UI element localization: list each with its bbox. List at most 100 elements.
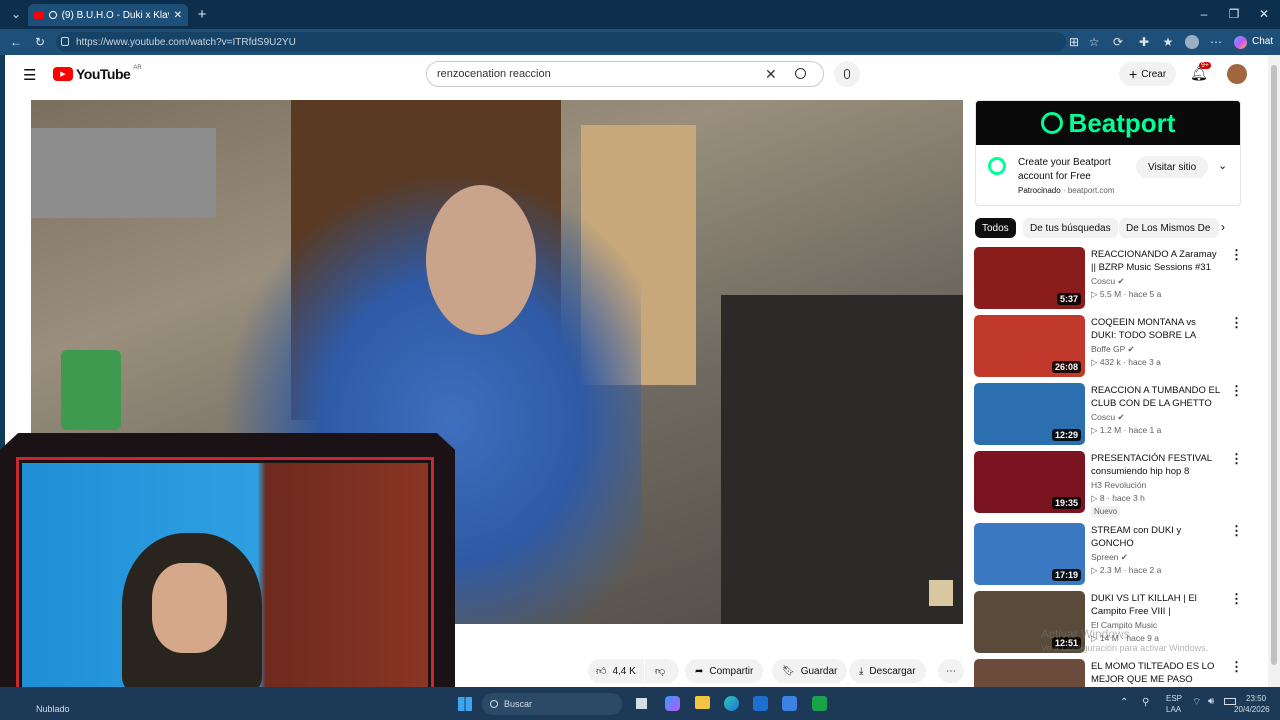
wifi-icon[interactable]: ⌔ [1192, 696, 1201, 709]
edge-browser-icon[interactable] [724, 696, 739, 711]
close-window-icon[interactable]: ✕ [1256, 6, 1272, 22]
recommendation-title[interactable]: STREAM con DUKI y GONCHO [1091, 524, 1221, 550]
clock-date[interactable]: 20/4/2026 [1234, 705, 1270, 714]
scrollbar-thumb[interactable] [1271, 65, 1277, 665]
notifications-button[interactable]: 🔔︎ 9+ [1190, 62, 1211, 83]
voice-search-button[interactable] [834, 61, 860, 87]
close-tab-icon[interactable]: ✕ [174, 10, 182, 21]
recommendation-thumbnail[interactable]: 17:19 [974, 523, 1085, 585]
clear-search-icon[interactable]: ✕ [765, 66, 777, 83]
more-options-icon[interactable]: ⋮ [1230, 383, 1243, 399]
clock-time[interactable]: 23:50 [1246, 694, 1266, 703]
more-options-icon[interactable]: ⋮ [1230, 315, 1243, 331]
volume-icon[interactable]: 🔊︎ [1208, 696, 1214, 707]
ad-expand-icon[interactable]: ⌄ [1218, 159, 1227, 172]
favorite-star-icon[interactable]: ☆ [1086, 34, 1102, 50]
chip-todos[interactable]: Todos [975, 218, 1016, 238]
menu-dots-icon[interactable]: ⋯ [1208, 34, 1224, 50]
recommendation-thumbnail[interactable]: 5:37 [974, 247, 1085, 309]
recommendation-title[interactable]: COQEEIN MONTANA vs DUKI: TODO SOBRE LA P… [1091, 316, 1221, 342]
lang-secondary[interactable]: LAA [1166, 705, 1181, 714]
store-icon[interactable] [782, 696, 797, 711]
recommendation-channel[interactable]: Spreen ✔ [1091, 552, 1128, 563]
taskbar-search[interactable]: Buscar [482, 693, 622, 715]
recommendation-title[interactable]: REACCION A TUMBANDO EL CLUB CON DE LA GH… [1091, 384, 1221, 410]
chip-de-tus-busquedas[interactable]: De tus búsquedas [1023, 218, 1118, 238]
url-field[interactable]: https://www.youtube.com/watch?v=ITRfdS9U… [56, 32, 1066, 52]
location-icon[interactable]: ⚲ [1142, 697, 1149, 708]
youtube-logo-text: YouTube [76, 66, 131, 82]
reload-icon[interactable]: ↻ [32, 34, 48, 50]
tab-list-icon[interactable]: ⌄ [8, 6, 24, 22]
recommendation-channel[interactable]: Coscu ✔ [1091, 276, 1125, 287]
xbox-app-icon[interactable] [812, 696, 827, 711]
recommendation-thumbnail[interactable] [974, 659, 1085, 687]
audio-icon[interactable] [48, 11, 57, 19]
browser-tab[interactable]: (9) B.U.H.O - Duki x Klave x M ✕ [28, 4, 188, 26]
page-scrollbar[interactable] [1268, 55, 1280, 687]
more-options-icon[interactable]: ⋮ [1230, 659, 1243, 675]
minimize-icon[interactable]: – [1196, 6, 1212, 22]
new-tab-icon[interactable]: + [194, 6, 210, 23]
share-button[interactable]: ➦ Compartir [685, 659, 764, 683]
more-options-icon[interactable]: ⋮ [1230, 451, 1243, 467]
app-icon[interactable]: ⊞ [1066, 34, 1082, 50]
extensions-icon[interactable]: ✚ [1136, 34, 1152, 50]
recommendation-channel[interactable]: H3 Revolución [1091, 480, 1146, 490]
file-explorer-icon[interactable] [695, 696, 710, 709]
recommendation-channel[interactable]: Boffe GP ✔ [1091, 344, 1135, 355]
recommendation-item[interactable]: 12:29 REACCION A TUMBANDO EL CLUB CON DE… [974, 383, 1248, 447]
recommendation-channel[interactable]: Coscu ✔ [1091, 412, 1125, 423]
recommendation-thumbnail[interactable]: 12:29 [974, 383, 1085, 445]
recommendation-item[interactable]: 26:08 COQEEIN MONTANA vs DUKI: TODO SOBR… [974, 315, 1248, 379]
more-actions-button[interactable]: ⋯ [938, 659, 964, 683]
battery-icon[interactable] [1224, 698, 1236, 705]
ad-card[interactable]: Beatport Create your Beatport account fo… [975, 100, 1241, 206]
thumbs-up-icon: 👍︎ [596, 666, 607, 677]
profile-avatar[interactable] [1185, 35, 1199, 49]
download-icon: ⤓ [859, 665, 864, 677]
outlook-icon[interactable] [753, 696, 768, 711]
more-options-icon[interactable]: ⋮ [1230, 591, 1243, 607]
recommendation-title[interactable]: PRESENTACIÓN FESTIVAL consumiendo hip ho… [1091, 452, 1221, 478]
maximize-icon[interactable]: ❐ [1226, 6, 1242, 22]
recommendation-title[interactable]: DUKI VS LIT KILLAH | El Campito Free VII… [1091, 592, 1221, 618]
more-options-icon[interactable]: ⋮ [1230, 523, 1243, 539]
windows-start-icon[interactable] [458, 697, 472, 711]
recommendation-title[interactable]: EL MOMO TILTEADO ES LO MEJOR QUE ME PASO [1091, 660, 1221, 686]
show-hidden-icons[interactable]: ⌃ [1120, 697, 1128, 708]
task-view-icon[interactable] [636, 698, 647, 709]
recommendation-item[interactable]: 19:35 PRESENTACIÓN FESTIVAL consumiendo … [974, 451, 1248, 519]
video-age: hace 2 a [1128, 565, 1162, 575]
save-button[interactable]: 🔖︎ Guardar [772, 659, 848, 683]
search-icon[interactable] [795, 68, 806, 79]
copilot-app-icon[interactable] [665, 696, 680, 711]
back-icon[interactable]: ← [8, 34, 24, 50]
chips-next-icon[interactable]: › [1221, 220, 1225, 234]
recommendation-title[interactable]: REACCIONANDO A Zaramay || BZRP Music Ses… [1091, 248, 1221, 274]
create-button[interactable]: + Crear [1119, 62, 1177, 86]
youtube-logo[interactable]: ▶ YouTube AR [53, 65, 142, 82]
hamburger-menu-icon[interactable]: ☰ [23, 66, 36, 84]
recommendation-item[interactable]: 5:37 REACCIONANDO A Zaramay || BZRP Musi… [974, 247, 1248, 311]
recommendation-item[interactable]: 17:19 STREAM con DUKI y GONCHO Spreen ✔ … [974, 523, 1248, 587]
refresh-extension-icon[interactable]: ⟳ [1110, 34, 1126, 50]
chip-de-los-mismos[interactable]: De Los Mismos De [1119, 218, 1219, 238]
weather-label[interactable]: Nublado [36, 704, 70, 714]
lang-primary[interactable]: ESP [1166, 694, 1182, 703]
like-button[interactable]: 👍︎ 4,4 K [588, 659, 644, 683]
download-button[interactable]: ⤓ Descargar [849, 659, 926, 683]
recommendation-thumbnail[interactable]: 26:08 [974, 315, 1085, 377]
ad-banner[interactable]: Beatport [976, 101, 1240, 145]
recommendation-thumbnail[interactable]: 19:35 [974, 451, 1085, 513]
search-input[interactable]: renzocenation reaccion ✕ [426, 61, 824, 87]
copilot-icon[interactable] [1234, 36, 1247, 49]
chat-label[interactable]: Chat [1252, 36, 1273, 47]
dislike-button[interactable]: 👎︎ [645, 659, 679, 683]
ad-visit-button[interactable]: Visitar sitio [1136, 156, 1209, 178]
recommendation-item[interactable]: EL MOMO TILTEADO ES LO MEJOR QUE ME PASO… [974, 659, 1248, 687]
more-options-icon[interactable]: ⋮ [1230, 247, 1243, 263]
favorites-icon[interactable]: ★ [1160, 34, 1176, 50]
user-avatar[interactable] [1227, 64, 1247, 84]
channel-name: Coscu [1091, 412, 1116, 422]
